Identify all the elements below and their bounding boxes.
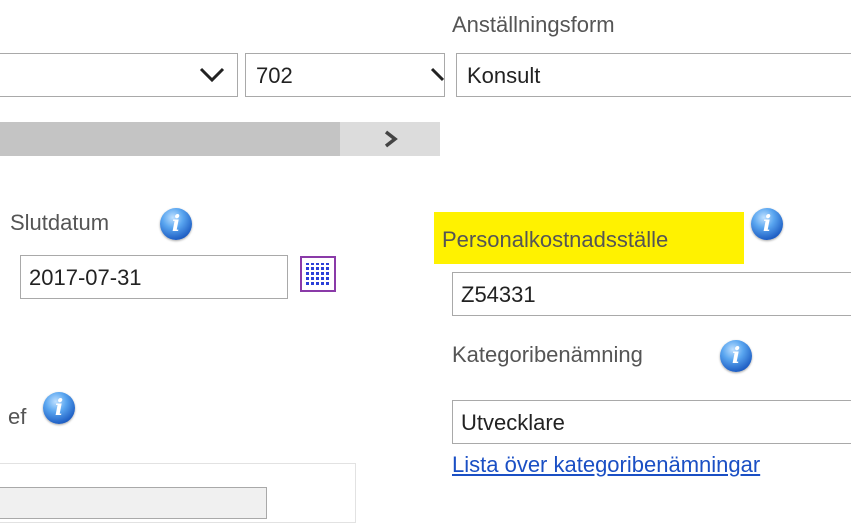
employment-type-select[interactable]: Konsult	[456, 53, 851, 97]
info-icon[interactable]: i	[751, 208, 783, 240]
chevron-right-icon[interactable]	[383, 130, 399, 148]
department-select[interactable]	[0, 53, 238, 97]
category-list-link[interactable]: Lista över kategoribenämningar	[452, 452, 760, 478]
chevron-down-icon	[430, 67, 444, 82]
end-date-value: 2017-07-31	[29, 265, 142, 290]
calendar-icon[interactable]	[300, 256, 336, 292]
info-icon[interactable]: i	[43, 392, 75, 424]
scrollbar-thumb[interactable]	[0, 122, 340, 156]
personnel-cost-center-value: Z54331	[461, 282, 536, 307]
end-date-label: Slutdatum	[10, 210, 110, 235]
info-icon[interactable]: i	[720, 340, 752, 372]
chevron-down-icon	[199, 67, 225, 83]
category-name-value: Utvecklare	[461, 410, 565, 435]
code-select[interactable]: 702	[245, 53, 445, 97]
category-name-label: Kategoribenämning	[452, 342, 643, 367]
info-icon[interactable]: i	[160, 208, 192, 240]
horizontal-scrollbar[interactable]	[0, 122, 440, 156]
personnel-cost-center-input[interactable]: Z54331	[452, 272, 851, 316]
category-name-input[interactable]: Utvecklare	[452, 400, 851, 444]
employment-type-value: Konsult	[467, 63, 541, 88]
left-bottom-field[interactable]	[0, 487, 267, 519]
code-select-value: 702	[256, 63, 293, 88]
end-date-input[interactable]: 2017-07-31	[20, 255, 288, 299]
manager-label-fragment: ef	[8, 404, 27, 429]
personnel-cost-center-label: Personalkostnadsställe	[442, 227, 669, 252]
employment-type-label: Anställningsform	[452, 12, 615, 37]
